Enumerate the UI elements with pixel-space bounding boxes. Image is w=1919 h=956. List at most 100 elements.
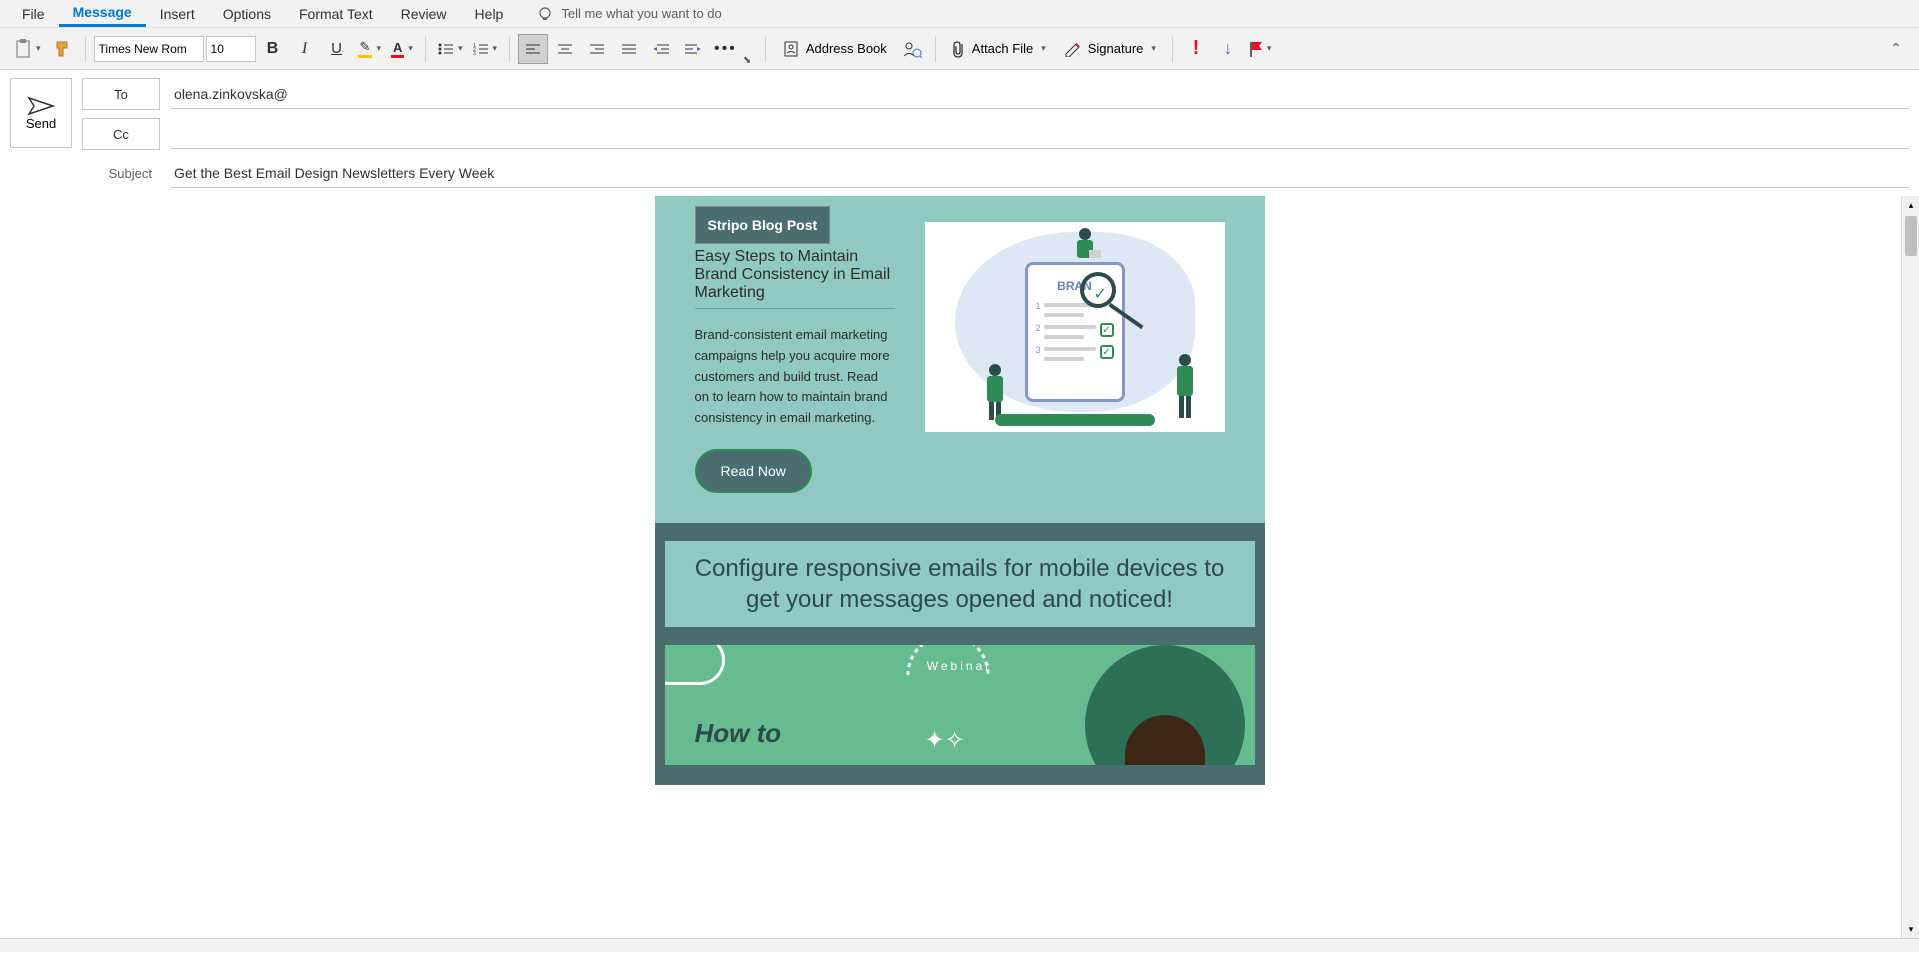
menu-message[interactable]: Message: [59, 0, 146, 27]
address-book-label: Address Book: [806, 41, 887, 56]
increase-indent-button[interactable]: [678, 34, 708, 64]
separator: [85, 36, 86, 62]
to-field[interactable]: [170, 79, 1909, 109]
italic-button[interactable]: I: [290, 34, 320, 64]
paste-icon: [14, 39, 32, 59]
message-body[interactable]: Stripo Blog Post Easy Steps to Maintain …: [0, 196, 1919, 938]
chevron-down-icon: ▾: [1267, 43, 1272, 54]
separator: [765, 36, 766, 62]
blog-post-text: Brand-consistent email marketing campaig…: [695, 325, 895, 429]
blog-post-title: Easy Steps to Maintain Brand Consistency…: [695, 248, 895, 309]
format-painter-button[interactable]: [47, 34, 77, 64]
follow-up-button[interactable]: ▾: [1245, 34, 1276, 64]
scroll-thumb[interactable]: [1905, 216, 1917, 256]
menu-bar: File Message Insert Options Format Text …: [0, 0, 1919, 28]
align-justify-icon: [622, 43, 636, 55]
highlight-button[interactable]: ✎ ▾: [354, 34, 385, 64]
underline-button[interactable]: U: [322, 34, 352, 64]
subject-field[interactable]: [170, 158, 1909, 188]
chevron-down-icon: ▾: [493, 43, 498, 54]
star-icon: ✦✧: [925, 726, 965, 755]
increase-indent-icon: [685, 43, 701, 55]
dialog-launcher-icon[interactable]: ⬊: [743, 55, 751, 66]
chevron-down-icon: ▾: [408, 43, 413, 54]
numbering-button[interactable]: 123 ▾: [469, 34, 502, 64]
bold-button[interactable]: B: [258, 34, 288, 64]
bullets-icon: [438, 42, 454, 56]
highlight-icon: ✎: [358, 39, 373, 58]
message-header: Send To Cc Subject: [0, 70, 1919, 196]
banner-text: Configure responsive emails for mobile d…: [685, 553, 1235, 615]
font-size-select[interactable]: [206, 36, 256, 62]
align-justify-button[interactable]: [614, 34, 644, 64]
menu-help[interactable]: Help: [461, 2, 518, 26]
webinar-section: Webinar How to ✦✧: [655, 645, 1265, 785]
paperclip-icon: [952, 40, 966, 58]
check-names-button[interactable]: [897, 34, 927, 64]
to-button[interactable]: To: [82, 78, 160, 110]
separator: [425, 36, 426, 62]
blog-post-label: Stripo Blog Post: [695, 206, 831, 244]
blog-post-section: Stripo Blog Post Easy Steps to Maintain …: [655, 196, 1265, 523]
attach-file-label: Attach File: [972, 41, 1033, 56]
cc-field[interactable]: [170, 119, 1909, 149]
bullets-button[interactable]: ▾: [434, 34, 467, 64]
flag-icon: [1249, 41, 1263, 57]
menu-review[interactable]: Review: [387, 2, 461, 26]
more-options-button[interactable]: •••: [710, 34, 741, 64]
tell-me-search[interactable]: Tell me what you want to do: [537, 6, 721, 22]
menu-options[interactable]: Options: [209, 2, 285, 26]
banner-section: Configure responsive emails for mobile d…: [655, 523, 1265, 645]
chevron-down-icon: ▾: [458, 43, 463, 54]
attach-file-button[interactable]: Attach File ▾: [944, 34, 1054, 64]
menu-insert[interactable]: Insert: [146, 2, 209, 26]
webinar-image: Webinar How to ✦✧: [665, 645, 1255, 765]
align-center-button[interactable]: [550, 34, 580, 64]
align-right-icon: [590, 43, 604, 55]
signature-icon: [1064, 41, 1082, 57]
menu-file[interactable]: File: [8, 2, 59, 26]
align-center-icon: [558, 43, 572, 55]
chevron-down-icon: ▾: [36, 43, 41, 54]
read-now-button[interactable]: Read Now: [695, 449, 812, 493]
ribbon: ▾ B I U ✎ ▾ A ▾ ▾ 123 ▾ ••• ⬊: [0, 28, 1919, 70]
format-painter-icon: [53, 40, 71, 58]
cc-button[interactable]: Cc: [82, 118, 160, 150]
send-label: Send: [26, 116, 56, 131]
menu-format-text[interactable]: Format Text: [285, 2, 387, 26]
chevron-down-icon: ▾: [1151, 43, 1156, 54]
lightbulb-icon: [537, 6, 553, 22]
low-importance-button[interactable]: ↓: [1213, 34, 1243, 64]
separator: [1172, 36, 1173, 62]
webinar-title: How to: [695, 718, 782, 749]
blog-post-image: BRAN 1 2✓ 3✓ ✓: [925, 222, 1225, 432]
font-name-select[interactable]: [94, 36, 204, 62]
align-left-icon: [526, 43, 540, 55]
separator: [509, 36, 510, 62]
signature-label: Signature: [1088, 41, 1144, 56]
numbering-icon: 123: [473, 42, 489, 56]
scroll-down-icon[interactable]: ▾: [1902, 920, 1919, 938]
collapse-ribbon-button[interactable]: ⌃: [1881, 34, 1911, 64]
address-book-icon: [782, 40, 800, 58]
decrease-indent-icon: [653, 43, 669, 55]
status-bar: [0, 938, 1919, 952]
align-left-button[interactable]: [518, 34, 548, 64]
send-icon: [27, 96, 55, 116]
scroll-up-icon[interactable]: ▴: [1902, 196, 1919, 214]
svg-text:3: 3: [473, 51, 476, 56]
font-color-button[interactable]: A ▾: [387, 34, 417, 64]
high-importance-button[interactable]: !: [1181, 34, 1211, 64]
webinar-badge: Webinar: [927, 659, 992, 673]
font-color-icon: A: [391, 40, 404, 58]
scrollbar[interactable]: ▴ ▾: [1901, 196, 1919, 938]
check-names-icon: [902, 40, 922, 58]
send-button[interactable]: Send: [10, 78, 72, 148]
address-book-button[interactable]: Address Book: [774, 34, 895, 64]
decrease-indent-button[interactable]: [646, 34, 676, 64]
tell-me-label: Tell me what you want to do: [561, 6, 721, 21]
chevron-down-icon: ▾: [1041, 43, 1046, 54]
signature-button[interactable]: Signature ▾: [1056, 34, 1164, 64]
paste-button[interactable]: ▾: [10, 34, 45, 64]
align-right-button[interactable]: [582, 34, 612, 64]
